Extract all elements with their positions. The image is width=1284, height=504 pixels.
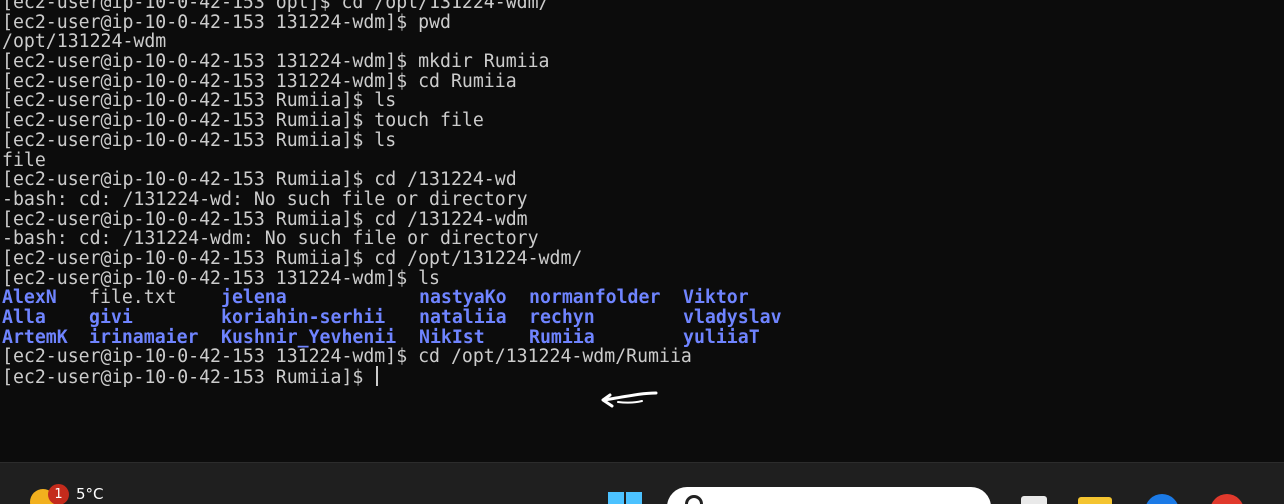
edge-icon[interactable] bbox=[1145, 494, 1179, 504]
notification-badge: 1 bbox=[48, 484, 69, 504]
file-explorer-icon[interactable] bbox=[1078, 494, 1112, 504]
windows-start-icon[interactable] bbox=[608, 492, 644, 504]
taskbar-search-box[interactable] bbox=[667, 487, 991, 504]
terminal-prompt-line[interactable]: [ec2-user@ip-10-0-42-153 Rumiia]$ bbox=[2, 366, 1284, 389]
hand-drawn-arrow-icon bbox=[601, 391, 658, 408]
taskbar: 1 5°C bbox=[0, 462, 1284, 504]
search-icon bbox=[685, 495, 703, 504]
weather-temperature[interactable]: 5°C bbox=[76, 485, 104, 503]
prompt-text: [ec2-user@ip-10-0-42-153 Rumiia]$ bbox=[2, 367, 375, 389]
text-cursor bbox=[376, 366, 379, 387]
terminal-output: [ec2-user@ip-10-0-42-153 opt]$ cd /opt/1… bbox=[2, 0, 1284, 389]
chrome-icon[interactable] bbox=[1210, 494, 1244, 504]
app-icon[interactable] bbox=[1021, 494, 1049, 504]
